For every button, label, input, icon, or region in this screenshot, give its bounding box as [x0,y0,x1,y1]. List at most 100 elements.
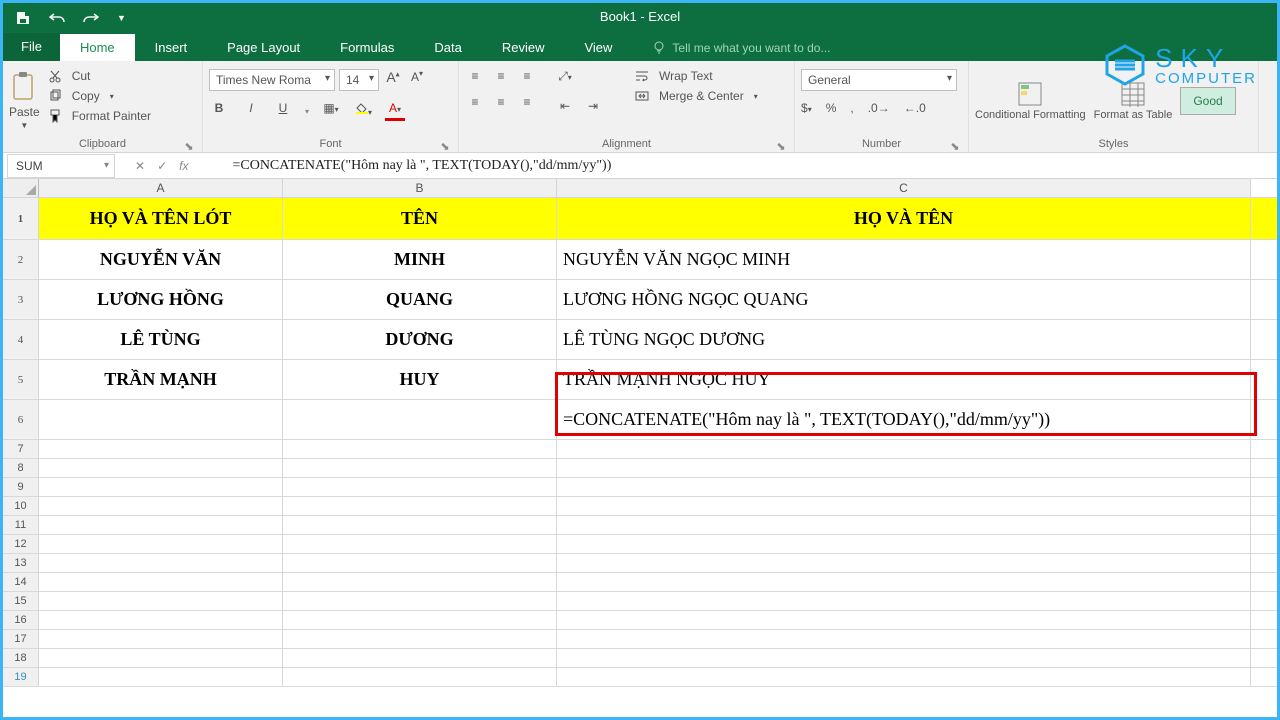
qat-dropdown-icon[interactable]: ▼ [117,13,126,23]
cell[interactable] [557,440,1251,458]
row-header[interactable]: 8 [3,459,39,477]
format-painter-button[interactable]: Format Painter [48,109,151,123]
cell[interactable] [39,554,283,572]
col-header-a[interactable]: A [39,179,283,197]
paste-button[interactable]: Paste ▼ [9,71,40,130]
tab-page-layout[interactable]: Page Layout [207,34,320,61]
formula-input[interactable]: =CONCATENATE("Hôm nay là ", TEXT(TODAY()… [232,158,611,174]
cell[interactable] [283,668,557,686]
tab-home[interactable]: Home [60,34,135,61]
cell[interactable] [283,459,557,477]
dialog-launcher-icon[interactable]: ⬊ [776,140,786,150]
col-header-b[interactable]: B [283,179,557,197]
cell[interactable] [39,649,283,667]
cell[interactable]: LÊ TÙNG [39,320,283,359]
decrease-font-icon[interactable]: A▾ [407,69,427,89]
orientation-button[interactable]: ⤢▾ [555,69,575,89]
cell[interactable] [39,668,283,686]
dialog-launcher-icon[interactable]: ⬊ [950,140,960,150]
decrease-decimal-icon[interactable]: ←.0 [904,101,926,115]
cell[interactable]: LÊ TÙNG NGỌC DƯƠNG [557,320,1251,359]
font-size-select[interactable]: 14 [339,69,379,91]
font-color-button[interactable]: A▾ [385,101,405,121]
cell[interactable] [557,573,1251,591]
select-all-corner[interactable] [3,179,39,197]
cell[interactable]: MINH [283,240,557,279]
tab-data[interactable]: Data [414,34,481,61]
cell[interactable]: TRẦN MẠNH [39,360,283,399]
align-middle-icon[interactable]: ≡ [491,69,511,89]
align-bottom-icon[interactable]: ≡ [517,69,537,89]
row-header[interactable]: 17 [3,630,39,648]
tab-review[interactable]: Review [482,34,565,61]
cell[interactable] [39,459,283,477]
copy-button[interactable]: Copy▾ [48,89,151,103]
bold-button[interactable]: B [209,101,229,121]
cell[interactable]: HỌ VÀ TÊN LÓT [39,198,283,239]
wrap-text-button[interactable]: Wrap Text [635,69,758,83]
cell[interactable] [39,516,283,534]
cell[interactable] [557,459,1251,477]
cell[interactable] [557,630,1251,648]
cell[interactable] [283,400,557,439]
fill-color-button[interactable]: ▾ [353,101,373,121]
row-header[interactable]: 13 [3,554,39,572]
spreadsheet-grid[interactable]: A B C 1 HỌ VÀ TÊN LÓT TÊN HỌ VÀ TÊN 2NGU… [3,179,1277,687]
style-good-button[interactable]: Good [1180,87,1235,115]
cell[interactable] [283,497,557,515]
cell[interactable]: NGUYỄN VĂN NGỌC MINH [557,240,1251,279]
increase-font-icon[interactable]: A▴ [383,69,403,89]
dialog-launcher-icon[interactable]: ⬊ [440,140,450,150]
active-cell[interactable]: =CONCATENATE("Hôm nay là ", TEXT(TODAY()… [557,400,1251,439]
cell[interactable]: TRẦN MẠNH NGỌC HUY [557,360,1251,399]
cell[interactable] [283,592,557,610]
save-icon[interactable] [15,10,31,26]
cell[interactable]: LƯƠNG HỒNG [39,280,283,319]
borders-button[interactable]: ▦▾ [321,101,341,121]
currency-button[interactable]: $▾ [801,101,812,115]
cell[interactable]: HỌ VÀ TÊN [557,198,1251,239]
name-box[interactable]: SUM [7,154,115,178]
cell[interactable] [557,649,1251,667]
cell[interactable] [39,535,283,553]
number-format-select[interactable]: General [801,69,957,91]
cancel-formula-button[interactable]: ✕ [135,159,145,173]
dialog-launcher-icon[interactable]: ⬊ [184,140,194,150]
fx-icon[interactable]: fx [179,159,188,173]
cell[interactable] [283,611,557,629]
col-header-c[interactable]: C [557,179,1251,197]
cell[interactable] [39,440,283,458]
increase-decimal-icon[interactable]: .0→ [868,101,890,115]
underline-button[interactable]: U [273,101,293,121]
align-left-icon[interactable]: ≡ [465,95,485,115]
row-header[interactable]: 14 [3,573,39,591]
row-header[interactable]: 18 [3,649,39,667]
row-header[interactable]: 3 [3,280,39,319]
cell[interactable] [283,535,557,553]
cell[interactable] [557,668,1251,686]
cell[interactable] [39,630,283,648]
row-header[interactable]: 11 [3,516,39,534]
cell[interactable]: NGUYỄN VĂN [39,240,283,279]
cell[interactable] [283,630,557,648]
cell[interactable] [557,478,1251,496]
cell[interactable] [39,611,283,629]
increase-indent-icon[interactable]: ⇥ [583,99,603,119]
cell[interactable] [557,497,1251,515]
percent-button[interactable]: % [826,101,837,115]
row-header[interactable]: 5 [3,360,39,399]
cell[interactable] [557,535,1251,553]
cell[interactable] [557,592,1251,610]
font-name-select[interactable]: Times New Roma [209,69,335,91]
format-as-table-button[interactable]: Format as Table [1094,81,1173,121]
cell[interactable] [557,516,1251,534]
cell[interactable]: TÊN [283,198,557,239]
cell[interactable] [39,400,283,439]
row-header[interactable]: 9 [3,478,39,496]
cell[interactable] [39,497,283,515]
tab-file[interactable]: File [3,33,60,61]
merge-center-button[interactable]: Merge & Center▾ [635,89,758,103]
cell[interactable] [283,649,557,667]
row-header[interactable]: 2 [3,240,39,279]
tab-formulas[interactable]: Formulas [320,34,414,61]
